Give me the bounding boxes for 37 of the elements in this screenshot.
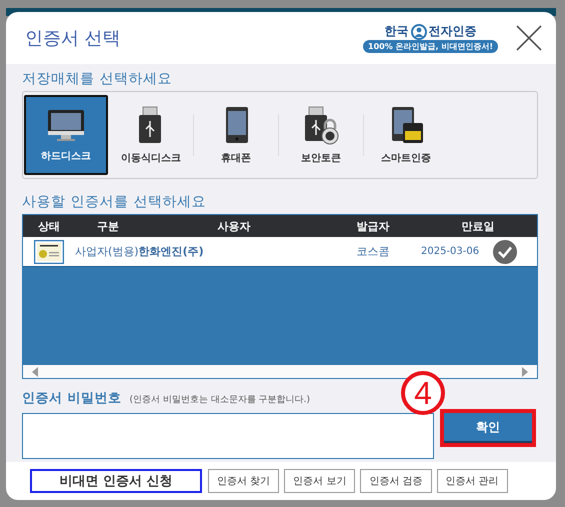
media-option[interactable]: 휴대폰 <box>194 95 278 175</box>
column-header: 발급자 <box>356 218 390 234</box>
media-option[interactable]: 스마트인증 <box>364 95 448 175</box>
media-option[interactable]: 이동식디스크 <box>109 95 193 175</box>
tagline-badge: 100% 온라인발급, 비대면인증서! <box>363 40 498 53</box>
footer-button[interactable]: 인증서 보기 <box>284 469 356 493</box>
check-icon <box>493 240 518 264</box>
footer-button[interactable]: 인증서 검증 <box>360 469 432 493</box>
certificate-name: 사업자(범용)한화엔진(주) <box>75 244 205 259</box>
expiry-date: 2025-03-06 <box>421 246 480 257</box>
certificate-icon <box>34 240 64 264</box>
column-header: 만료일 <box>460 218 496 234</box>
confirm-button[interactable]: 확인 <box>444 413 532 443</box>
scroll-right-icon[interactable] <box>521 366 529 376</box>
column-header: 구분 <box>96 218 120 234</box>
section-heading: 사용할 인증서를 선택하세요 <box>22 193 207 211</box>
window-title: 인증서 선택 <box>25 27 122 50</box>
section-heading: 저장매체를 선택하세요 <box>22 70 173 88</box>
media-option[interactable]: 하드디스크 <box>24 95 108 175</box>
footer-button[interactable]: 인증서 관리 <box>436 469 508 493</box>
media-option[interactable]: 보안토큰 <box>279 95 363 175</box>
password-label: 인증서 비밀번호 <box>22 390 122 407</box>
horizontal-scrollbar[interactable] <box>23 365 537 378</box>
logo-text: 한국 <box>384 23 408 40</box>
logo-text: 전자인증 <box>428 23 476 40</box>
column-header: 사용자 <box>216 218 252 234</box>
footer-button[interactable]: 인증서 찾기 <box>208 469 280 493</box>
person-icon <box>410 24 426 40</box>
monitor-icon <box>46 107 86 143</box>
password-field[interactable] <box>22 413 434 459</box>
footer-button[interactable]: 비대면 인증서 신청 <box>30 469 202 493</box>
close-icon[interactable] <box>516 25 542 51</box>
certificate-row[interactable]: 사업자(범용)한화엔진(주) 코스콤 2025-03-06 <box>23 237 537 267</box>
password-hint: (인증서 비밀번호는 대소문자를 구분합니다.) <box>130 394 310 406</box>
scroll-left-icon[interactable] <box>31 366 39 376</box>
issuer-cell-text: 코스콤 <box>356 244 390 259</box>
column-header: 상태 <box>37 218 61 234</box>
